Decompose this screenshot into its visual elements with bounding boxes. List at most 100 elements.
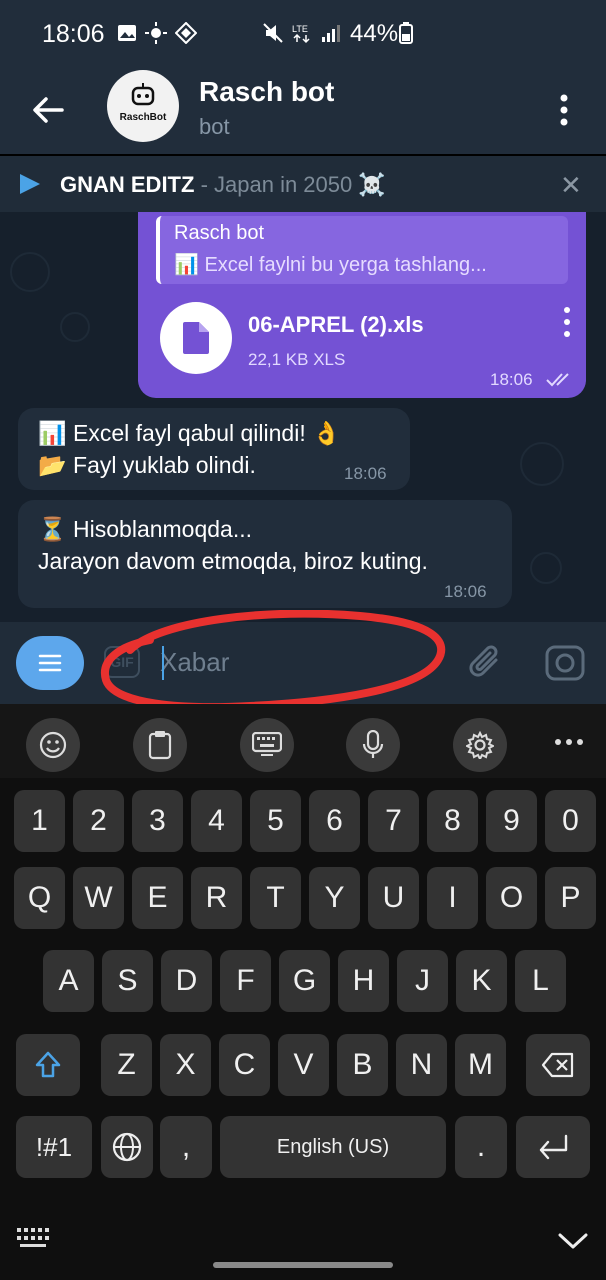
camera-icon[interactable]	[544, 644, 586, 682]
key-f[interactable]: F	[220, 950, 271, 1012]
more-options-icon[interactable]	[554, 738, 584, 746]
key-x[interactable]: X	[160, 1034, 211, 1096]
brightness-icon	[145, 22, 167, 44]
backspace-icon	[541, 1052, 574, 1078]
key-2[interactable]: 2	[73, 790, 124, 852]
key-o[interactable]: O	[486, 867, 537, 929]
key-y[interactable]: Y	[309, 867, 360, 929]
key-4[interactable]: 4	[191, 790, 242, 852]
outgoing-message[interactable]: Rasch bot 📊 Excel faylni bu yerga tashla…	[138, 212, 586, 398]
backspace-key[interactable]	[526, 1034, 590, 1096]
key-s[interactable]: S	[102, 950, 153, 1012]
key-8[interactable]: 8	[427, 790, 478, 852]
globe-icon	[112, 1132, 142, 1162]
file-name: 06-APREL (2).xls	[248, 312, 424, 337]
chat-title[interactable]: Rasch bot	[199, 76, 334, 108]
key-1[interactable]: 1	[14, 790, 65, 852]
keyboard-mode-button[interactable]	[240, 718, 294, 772]
language-key[interactable]	[101, 1116, 153, 1178]
key-b[interactable]: B	[337, 1034, 388, 1096]
key-m[interactable]: M	[455, 1034, 506, 1096]
key-p[interactable]: P	[545, 867, 596, 929]
music-artist: GNAN EDITZ	[60, 172, 195, 197]
key-r[interactable]: R	[191, 867, 242, 929]
menu-icon	[38, 654, 62, 672]
music-player-bar[interactable]: GNAN EDITZ - Japan in 2050 ☠️ ✕	[0, 156, 606, 212]
attach-icon[interactable]	[466, 642, 506, 682]
key-d[interactable]: D	[161, 950, 212, 1012]
key-a[interactable]: A	[43, 950, 94, 1012]
enter-key[interactable]	[516, 1116, 590, 1178]
incoming-message[interactable]: 📊 Excel fayl qabul qilindi! 👌 📂 Fayl yuk…	[18, 408, 410, 490]
key-z[interactable]: Z	[101, 1034, 152, 1096]
key-e[interactable]: E	[132, 867, 183, 929]
chat-area[interactable]: Rasch bot 📊 Excel faylni bu yerga tashla…	[0, 212, 606, 622]
mute-icon	[263, 23, 283, 43]
keyboard: 1234567890 QWERTYUIOP ASDFGHJKL ZXCVBNM …	[0, 778, 606, 1280]
key-t[interactable]: T	[250, 867, 301, 929]
svg-text:LTE: LTE	[292, 24, 308, 34]
message-time: 18:06	[344, 464, 387, 483]
key-9[interactable]: 9	[486, 790, 537, 852]
key-5[interactable]: 5	[250, 790, 301, 852]
wallpaper-doodle	[520, 442, 564, 486]
keyboard-icon	[252, 732, 282, 756]
voice-input-button[interactable]	[346, 718, 400, 772]
shift-key[interactable]	[16, 1034, 80, 1096]
emoji-icon	[39, 731, 67, 759]
wallpaper-doodle	[10, 252, 50, 292]
message-time: 18:06	[490, 370, 533, 389]
key-n[interactable]: N	[396, 1034, 447, 1096]
robot-icon	[131, 83, 155, 106]
chat-subtitle: bot	[199, 114, 230, 139]
document-icon	[183, 322, 209, 354]
clipboard-button[interactable]	[133, 718, 187, 772]
message-line: 📊 Excel fayl qabul qilindi! 👌	[38, 420, 341, 446]
key-i[interactable]: I	[427, 867, 478, 929]
key-j[interactable]: J	[397, 950, 448, 1012]
comma-key[interactable]: ,	[160, 1116, 212, 1178]
keyboard-hide-grid-icon[interactable]	[16, 1226, 52, 1250]
emoji-button[interactable]	[26, 718, 80, 772]
key-h[interactable]: H	[338, 950, 389, 1012]
file-menu-icon[interactable]	[562, 306, 572, 338]
settings-button[interactable]	[453, 718, 507, 772]
avatar[interactable]: RaschBot	[107, 70, 179, 142]
bot-menu-button[interactable]	[16, 636, 84, 690]
key-k[interactable]: K	[456, 950, 507, 1012]
incoming-message[interactable]: ⏳ Hisoblanmoqda... Jarayon davom etmoqda…	[18, 500, 512, 608]
key-7[interactable]: 7	[368, 790, 419, 852]
key-w[interactable]: W	[73, 867, 124, 929]
quote-author: Rasch bot	[174, 222, 265, 244]
keyboard-toolbar	[0, 704, 606, 778]
microphone-icon	[362, 730, 384, 758]
key-v[interactable]: V	[278, 1034, 329, 1096]
vpn-icon	[175, 22, 197, 44]
enter-icon	[539, 1134, 568, 1160]
key-q[interactable]: Q	[14, 867, 65, 929]
space-key[interactable]: English (US)	[220, 1116, 446, 1178]
message-time: 18:06	[444, 582, 487, 601]
reply-quote[interactable]: Rasch bot 📊 Excel faylni bu yerga tashla…	[156, 216, 568, 284]
battery-percent: 44%	[350, 20, 399, 47]
key-3[interactable]: 3	[132, 790, 183, 852]
lte-icon: LTE	[292, 24, 310, 44]
key-0[interactable]: 0	[545, 790, 596, 852]
symbols-key[interactable]: !#1	[16, 1116, 92, 1178]
status-time: 18:06	[42, 20, 105, 48]
file-download-button[interactable]	[160, 302, 232, 374]
close-icon[interactable]: ✕	[560, 170, 582, 201]
key-c[interactable]: C	[219, 1034, 270, 1096]
more-vert-icon[interactable]	[552, 90, 576, 130]
key-6[interactable]: 6	[309, 790, 360, 852]
chevron-down-icon[interactable]	[558, 1232, 588, 1250]
back-arrow-icon[interactable]	[28, 90, 68, 130]
avatar-label: RaschBot	[119, 112, 167, 123]
key-g[interactable]: G	[279, 950, 330, 1012]
period-key[interactable]: .	[455, 1116, 507, 1178]
key-u[interactable]: U	[368, 867, 419, 929]
play-icon[interactable]	[20, 174, 40, 194]
home-indicator[interactable]	[213, 1262, 393, 1268]
message-line: ⏳ Hisoblanmoqda...	[38, 516, 253, 542]
key-l[interactable]: L	[515, 950, 566, 1012]
